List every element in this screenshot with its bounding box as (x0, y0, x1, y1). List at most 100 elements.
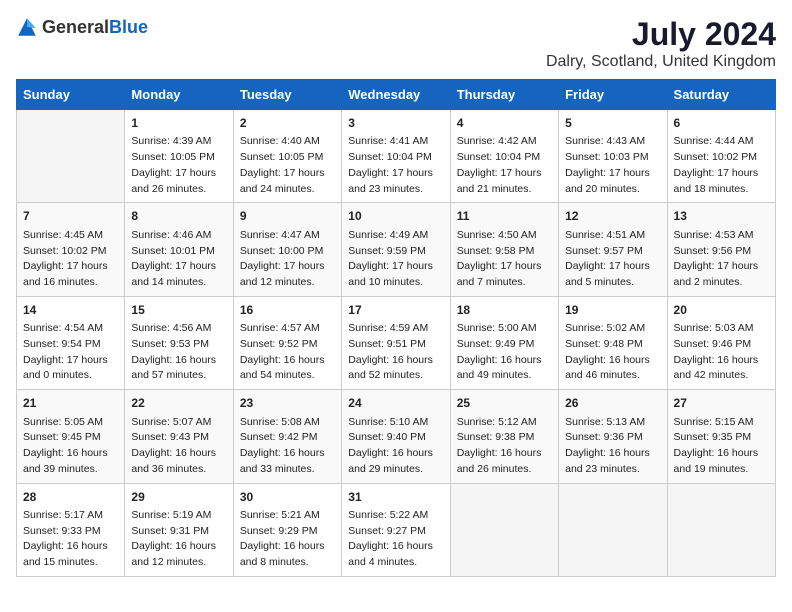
calendar-cell: 1 Sunrise: 4:39 AM Sunset: 10:05 PM Dayli… (125, 110, 233, 203)
calendar-cell: 9 Sunrise: 4:47 AM Sunset: 10:00 PM Dayli… (233, 203, 341, 296)
cell-content: Sunrise: 5:15 AM Sunset: 9:35 PM Dayligh… (674, 415, 769, 478)
calendar-body: 1 Sunrise: 4:39 AM Sunset: 10:05 PM Dayli… (17, 110, 776, 577)
calendar-cell: 4 Sunrise: 4:42 AM Sunset: 10:04 PM Dayli… (450, 110, 558, 203)
cell-content: Sunrise: 4:57 AM Sunset: 9:52 PM Dayligh… (240, 321, 335, 384)
cell-content: Sunrise: 5:12 AM Sunset: 9:38 PM Dayligh… (457, 415, 552, 478)
cell-content: Sunrise: 5:13 AM Sunset: 9:36 PM Dayligh… (565, 415, 660, 478)
cell-content: Sunrise: 5:00 AM Sunset: 9:49 PM Dayligh… (457, 321, 552, 384)
cell-content: Sunrise: 5:03 AM Sunset: 9:46 PM Dayligh… (674, 321, 769, 384)
calendar-cell: 29Sunrise: 5:19 AM Sunset: 9:31 PM Dayli… (125, 483, 233, 576)
calendar-header: SundayMondayTuesdayWednesdayThursdayFrid… (17, 80, 776, 110)
page-header: GeneralBlue July 2024 Dalry, Scotland, U… (16, 16, 776, 71)
calendar-cell: 2 Sunrise: 4:40 AM Sunset: 10:05 PM Dayli… (233, 110, 341, 203)
day-number: 21 (23, 395, 118, 412)
day-number: 20 (674, 302, 769, 319)
calendar-cell (17, 110, 125, 203)
title-block: July 2024 Dalry, Scotland, United Kingdo… (546, 16, 776, 71)
day-number: 17 (348, 302, 443, 319)
day-number: 6 (674, 115, 769, 132)
header-sunday: Sunday (17, 80, 125, 110)
cell-content: Sunrise: 4:43 AM Sunset: 10:03 PM Daylig… (565, 134, 660, 197)
day-number: 16 (240, 302, 335, 319)
calendar-cell: 27 Sunrise: 5:15 AM Sunset: 9:35 PM Dayli… (667, 390, 775, 483)
day-number: 11 (457, 208, 552, 225)
day-number: 5 (565, 115, 660, 132)
day-number: 2 (240, 115, 335, 132)
header-row: SundayMondayTuesdayWednesdayThursdayFrid… (17, 80, 776, 110)
cell-content: Sunrise: 4:54 AM Sunset: 9:54 PM Dayligh… (23, 321, 118, 384)
logo: GeneralBlue (16, 16, 148, 38)
cell-content: Sunrise: 4:56 AM Sunset: 9:53 PM Dayligh… (131, 321, 226, 384)
calendar-cell: 19 Sunrise: 5:02 AM Sunset: 9:48 PM Dayli… (559, 296, 667, 389)
day-number: 18 (457, 302, 552, 319)
calendar-cell: 12 Sunrise: 4:51 AM Sunset: 9:57 PM Dayli… (559, 203, 667, 296)
calendar-cell: 8 Sunrise: 4:46 AM Sunset: 10:01 PM Dayli… (125, 203, 233, 296)
month-title: July 2024 (546, 16, 776, 53)
calendar-cell: 30Sunrise: 5:21 AM Sunset: 9:29 PM Dayli… (233, 483, 341, 576)
week-row-4: 21 Sunrise: 5:05 AM Sunset: 9:45 PM Dayli… (17, 390, 776, 483)
cell-content: Sunrise: 4:50 AM Sunset: 9:58 PM Dayligh… (457, 228, 552, 291)
day-number: 15 (131, 302, 226, 319)
day-number: 29 (131, 489, 226, 506)
calendar-cell (450, 483, 558, 576)
calendar-cell: 15 Sunrise: 4:56 AM Sunset: 9:53 PM Dayli… (125, 296, 233, 389)
header-monday: Monday (125, 80, 233, 110)
day-number: 12 (565, 208, 660, 225)
week-row-1: 1 Sunrise: 4:39 AM Sunset: 10:05 PM Dayli… (17, 110, 776, 203)
cell-content: Sunrise: 4:42 AM Sunset: 10:04 PM Daylig… (457, 134, 552, 197)
calendar-cell: 18 Sunrise: 5:00 AM Sunset: 9:49 PM Dayli… (450, 296, 558, 389)
week-row-3: 14 Sunrise: 4:54 AM Sunset: 9:54 PM Dayli… (17, 296, 776, 389)
cell-content: Sunrise: 4:39 AM Sunset: 10:05 PM Daylig… (131, 134, 226, 197)
calendar-cell: 5 Sunrise: 4:43 AM Sunset: 10:03 PM Dayli… (559, 110, 667, 203)
calendar-cell: 24Sunrise: 5:10 AM Sunset: 9:40 PM Dayli… (342, 390, 450, 483)
calendar-cell: 22Sunrise: 5:07 AM Sunset: 9:43 PM Dayli… (125, 390, 233, 483)
day-number: 1 (131, 115, 226, 132)
location-title: Dalry, Scotland, United Kingdom (546, 53, 776, 71)
calendar-cell: 10Sunrise: 4:49 AM Sunset: 9:59 PM Dayli… (342, 203, 450, 296)
header-wednesday: Wednesday (342, 80, 450, 110)
calendar-cell: 21 Sunrise: 5:05 AM Sunset: 9:45 PM Dayli… (17, 390, 125, 483)
calendar-cell (667, 483, 775, 576)
day-number: 19 (565, 302, 660, 319)
calendar-cell: 13Sunrise: 4:53 AM Sunset: 9:56 PM Dayli… (667, 203, 775, 296)
day-number: 24 (348, 395, 443, 412)
day-number: 4 (457, 115, 552, 132)
cell-content: Sunrise: 4:40 AM Sunset: 10:05 PM Daylig… (240, 134, 335, 197)
calendar-cell: 6 Sunrise: 4:44 AM Sunset: 10:02 PM Dayli… (667, 110, 775, 203)
calendar-cell: 16 Sunrise: 4:57 AM Sunset: 9:52 PM Dayli… (233, 296, 341, 389)
calendar-cell: 3Sunrise: 4:41 AM Sunset: 10:04 PM Dayli… (342, 110, 450, 203)
cell-content: Sunrise: 4:44 AM Sunset: 10:02 PM Daylig… (674, 134, 769, 197)
cell-content: Sunrise: 5:05 AM Sunset: 9:45 PM Dayligh… (23, 415, 118, 478)
cell-content: Sunrise: 4:59 AM Sunset: 9:51 PM Dayligh… (348, 321, 443, 384)
calendar-cell: 11 Sunrise: 4:50 AM Sunset: 9:58 PM Dayli… (450, 203, 558, 296)
cell-content: Sunrise: 5:08 AM Sunset: 9:42 PM Dayligh… (240, 415, 335, 478)
calendar-cell: 7Sunrise: 4:45 AM Sunset: 10:02 PM Dayli… (17, 203, 125, 296)
header-thursday: Thursday (450, 80, 558, 110)
day-number: 14 (23, 302, 118, 319)
calendar-cell: 26Sunrise: 5:13 AM Sunset: 9:36 PM Dayli… (559, 390, 667, 483)
calendar-cell: 31Sunrise: 5:22 AM Sunset: 9:27 PM Dayli… (342, 483, 450, 576)
cell-content: Sunrise: 4:46 AM Sunset: 10:01 PM Daylig… (131, 228, 226, 291)
cell-content: Sunrise: 4:49 AM Sunset: 9:59 PM Dayligh… (348, 228, 443, 291)
day-number: 31 (348, 489, 443, 506)
day-number: 8 (131, 208, 226, 225)
calendar-table: SundayMondayTuesdayWednesdayThursdayFrid… (16, 79, 776, 577)
logo-blue: Blue (109, 17, 148, 37)
calendar-cell: 14 Sunrise: 4:54 AM Sunset: 9:54 PM Dayli… (17, 296, 125, 389)
day-number: 9 (240, 208, 335, 225)
day-number: 28 (23, 489, 118, 506)
calendar-cell: 28Sunrise: 5:17 AM Sunset: 9:33 PM Dayli… (17, 483, 125, 576)
day-number: 22 (131, 395, 226, 412)
calendar-cell (559, 483, 667, 576)
logo-icon (16, 16, 38, 38)
cell-content: Sunrise: 5:02 AM Sunset: 9:48 PM Dayligh… (565, 321, 660, 384)
week-row-2: 7Sunrise: 4:45 AM Sunset: 10:02 PM Dayli… (17, 203, 776, 296)
header-friday: Friday (559, 80, 667, 110)
day-number: 27 (674, 395, 769, 412)
cell-content: Sunrise: 4:47 AM Sunset: 10:00 PM Daylig… (240, 228, 335, 291)
day-number: 23 (240, 395, 335, 412)
cell-content: Sunrise: 4:45 AM Sunset: 10:02 PM Daylig… (23, 228, 118, 291)
cell-content: Sunrise: 4:51 AM Sunset: 9:57 PM Dayligh… (565, 228, 660, 291)
header-saturday: Saturday (667, 80, 775, 110)
day-number: 13 (674, 208, 769, 225)
